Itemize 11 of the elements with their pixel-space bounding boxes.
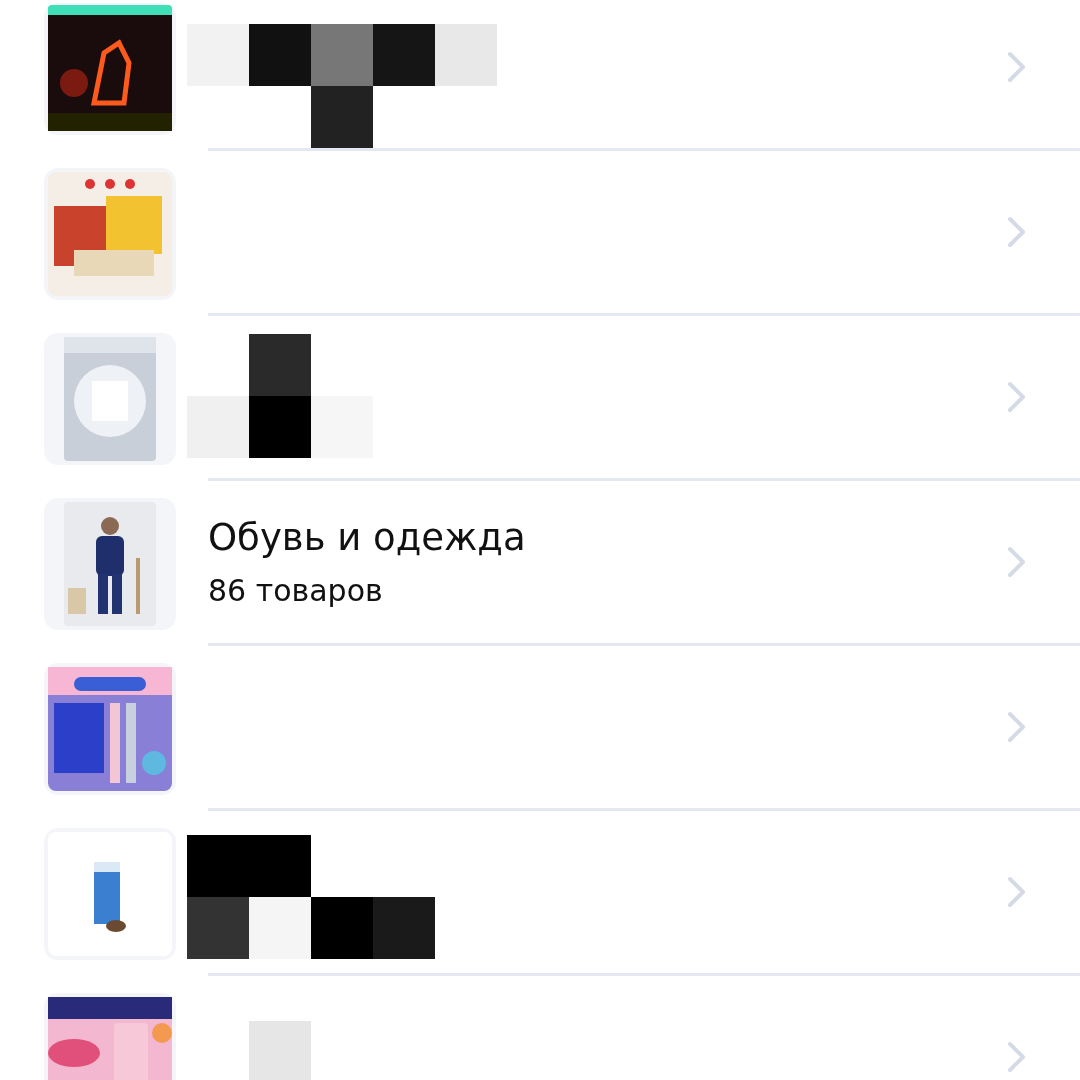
chevron-right-icon	[1006, 1040, 1028, 1074]
chevron-right-icon	[1006, 875, 1028, 909]
pixelated-text	[249, 1021, 311, 1080]
chevron-right-icon	[1006, 380, 1028, 414]
category-title: Обувь и одежда	[208, 516, 527, 559]
category-row[interactable]: Обувь и одежда 86 товаров	[0, 481, 1080, 646]
chevron-right-icon	[1006, 710, 1028, 744]
chevron-right-icon	[1006, 545, 1028, 579]
chevron-right-icon	[1006, 215, 1028, 249]
chevron-right-icon	[1006, 50, 1028, 84]
item-count: 86 товаров	[208, 573, 384, 608]
